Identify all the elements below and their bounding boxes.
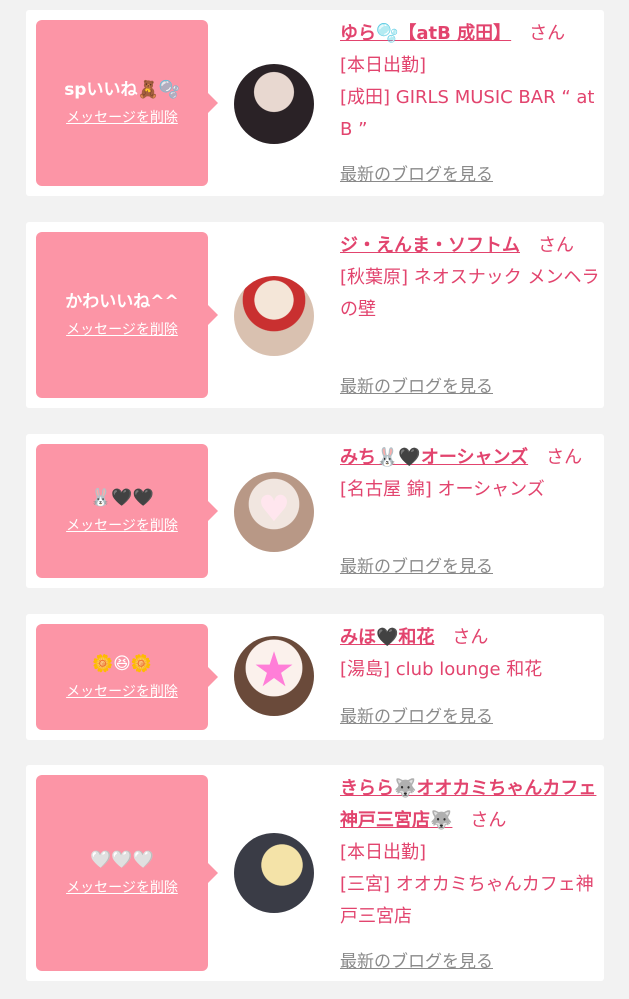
- latest-blog-link[interactable]: 最新のブログを見る: [340, 552, 493, 577]
- latest-blog-link[interactable]: 最新のブログを見る: [340, 947, 493, 972]
- delete-message-link[interactable]: メッセージを削除: [66, 877, 178, 897]
- profile-name-link[interactable]: きらら🐺オオカミちゃんカフェ神戸三宮店🐺: [340, 778, 596, 831]
- message-text: 🌼😆🌼: [91, 654, 153, 674]
- message-text: かわいいね^^: [65, 292, 179, 312]
- star-sticker-icon: ★: [252, 642, 296, 698]
- profile-info: みち🐰🖤オーシャンズ さん [名古屋 錦] オーシャンズ: [340, 442, 600, 506]
- message-card: spいいね🧸🫧 メッセージを削除 ゆら🫧【atB 成田】 さん [本日出勤] [成…: [26, 10, 604, 196]
- honorific: さん: [452, 627, 489, 648]
- honorific: さん: [529, 23, 566, 44]
- message-bubble: 🐰🖤🖤 メッセージを削除: [36, 444, 218, 578]
- profile-info: ジ・えんま・ソフトム さん [秋葉原] ネオスナック メンヘラの壁: [340, 230, 600, 326]
- message-bubble: 🌼😆🌼 メッセージを削除: [36, 624, 218, 730]
- heart-sticker-icon: ♥: [257, 489, 291, 530]
- message-bubble: 🤍🤍🤍 メッセージを削除: [36, 775, 218, 971]
- profile-name-link[interactable]: ゆら🫧【atB 成田】: [340, 23, 511, 44]
- latest-blog-link[interactable]: 最新のブログを見る: [340, 372, 493, 397]
- message-text: spいいね🧸🫧: [64, 80, 180, 100]
- avatar[interactable]: ♥: [234, 472, 314, 552]
- delete-message-link[interactable]: メッセージを削除: [66, 107, 178, 127]
- status-line: [本日出勤]: [340, 842, 427, 863]
- message-card: 🐰🖤🖤 メッセージを削除 ♥ みち🐰🖤オーシャンズ さん [名古屋 錦] オーシャ…: [26, 434, 604, 588]
- profile-name-link[interactable]: みほ🖤和花: [340, 627, 434, 648]
- avatar[interactable]: [234, 64, 314, 144]
- delete-message-link[interactable]: メッセージを削除: [66, 515, 178, 535]
- shop-line: [三宮] オオカミちゃんカフェ神戸三宮店: [340, 874, 594, 927]
- shop-line: [名古屋 錦] オーシャンズ: [340, 479, 545, 500]
- shop-line: [成田] GIRLS MUSIC BAR “ at B ”: [340, 87, 595, 140]
- status-line: [本日出勤]: [340, 55, 427, 76]
- avatar[interactable]: ★: [234, 636, 314, 716]
- honorific: さん: [538, 235, 574, 256]
- message-card: かわいいね^^ メッセージを削除 ジ・えんま・ソフトム さん [秋葉原] ネオスナ…: [26, 222, 604, 408]
- profile-info: ゆら🫧【atB 成田】 さん [本日出勤] [成田] GIRLS MUSIC BA…: [340, 18, 600, 146]
- message-card: 🌼😆🌼 メッセージを削除 ★ みほ🖤和花 さん [湯島] club lounge …: [26, 614, 604, 740]
- avatar[interactable]: [234, 276, 314, 356]
- message-text: 🐰🖤🖤: [90, 488, 154, 508]
- delete-message-link[interactable]: メッセージを削除: [66, 319, 178, 339]
- latest-blog-link[interactable]: 最新のブログを見る: [340, 702, 493, 727]
- honorific: さん: [470, 810, 507, 831]
- profile-info: きらら🐺オオカミちゃんカフェ神戸三宮店🐺 さん [本日出勤] [三宮] オオカミち…: [340, 773, 600, 933]
- profile-name-link[interactable]: ジ・えんま・ソフトム: [340, 235, 520, 256]
- latest-blog-link[interactable]: 最新のブログを見る: [340, 160, 493, 185]
- delete-message-link[interactable]: メッセージを削除: [66, 681, 178, 701]
- message-card: 🤍🤍🤍 メッセージを削除 きらら🐺オオカミちゃんカフェ神戸三宮店🐺 さん [本日出…: [26, 765, 604, 981]
- shop-line: [秋葉原] ネオスナック メンヘラの壁: [340, 267, 600, 320]
- honorific: さん: [546, 447, 583, 468]
- shop-line: [湯島] club lounge 和花: [340, 659, 543, 680]
- profile-info: みほ🖤和花 さん [湯島] club lounge 和花: [340, 622, 600, 686]
- avatar[interactable]: [234, 833, 314, 913]
- message-bubble: かわいいね^^ メッセージを削除: [36, 232, 218, 398]
- message-bubble: spいいね🧸🫧 メッセージを削除: [36, 20, 218, 186]
- message-text: 🤍🤍🤍: [90, 850, 154, 870]
- profile-name-link[interactable]: みち🐰🖤オーシャンズ: [340, 447, 528, 468]
